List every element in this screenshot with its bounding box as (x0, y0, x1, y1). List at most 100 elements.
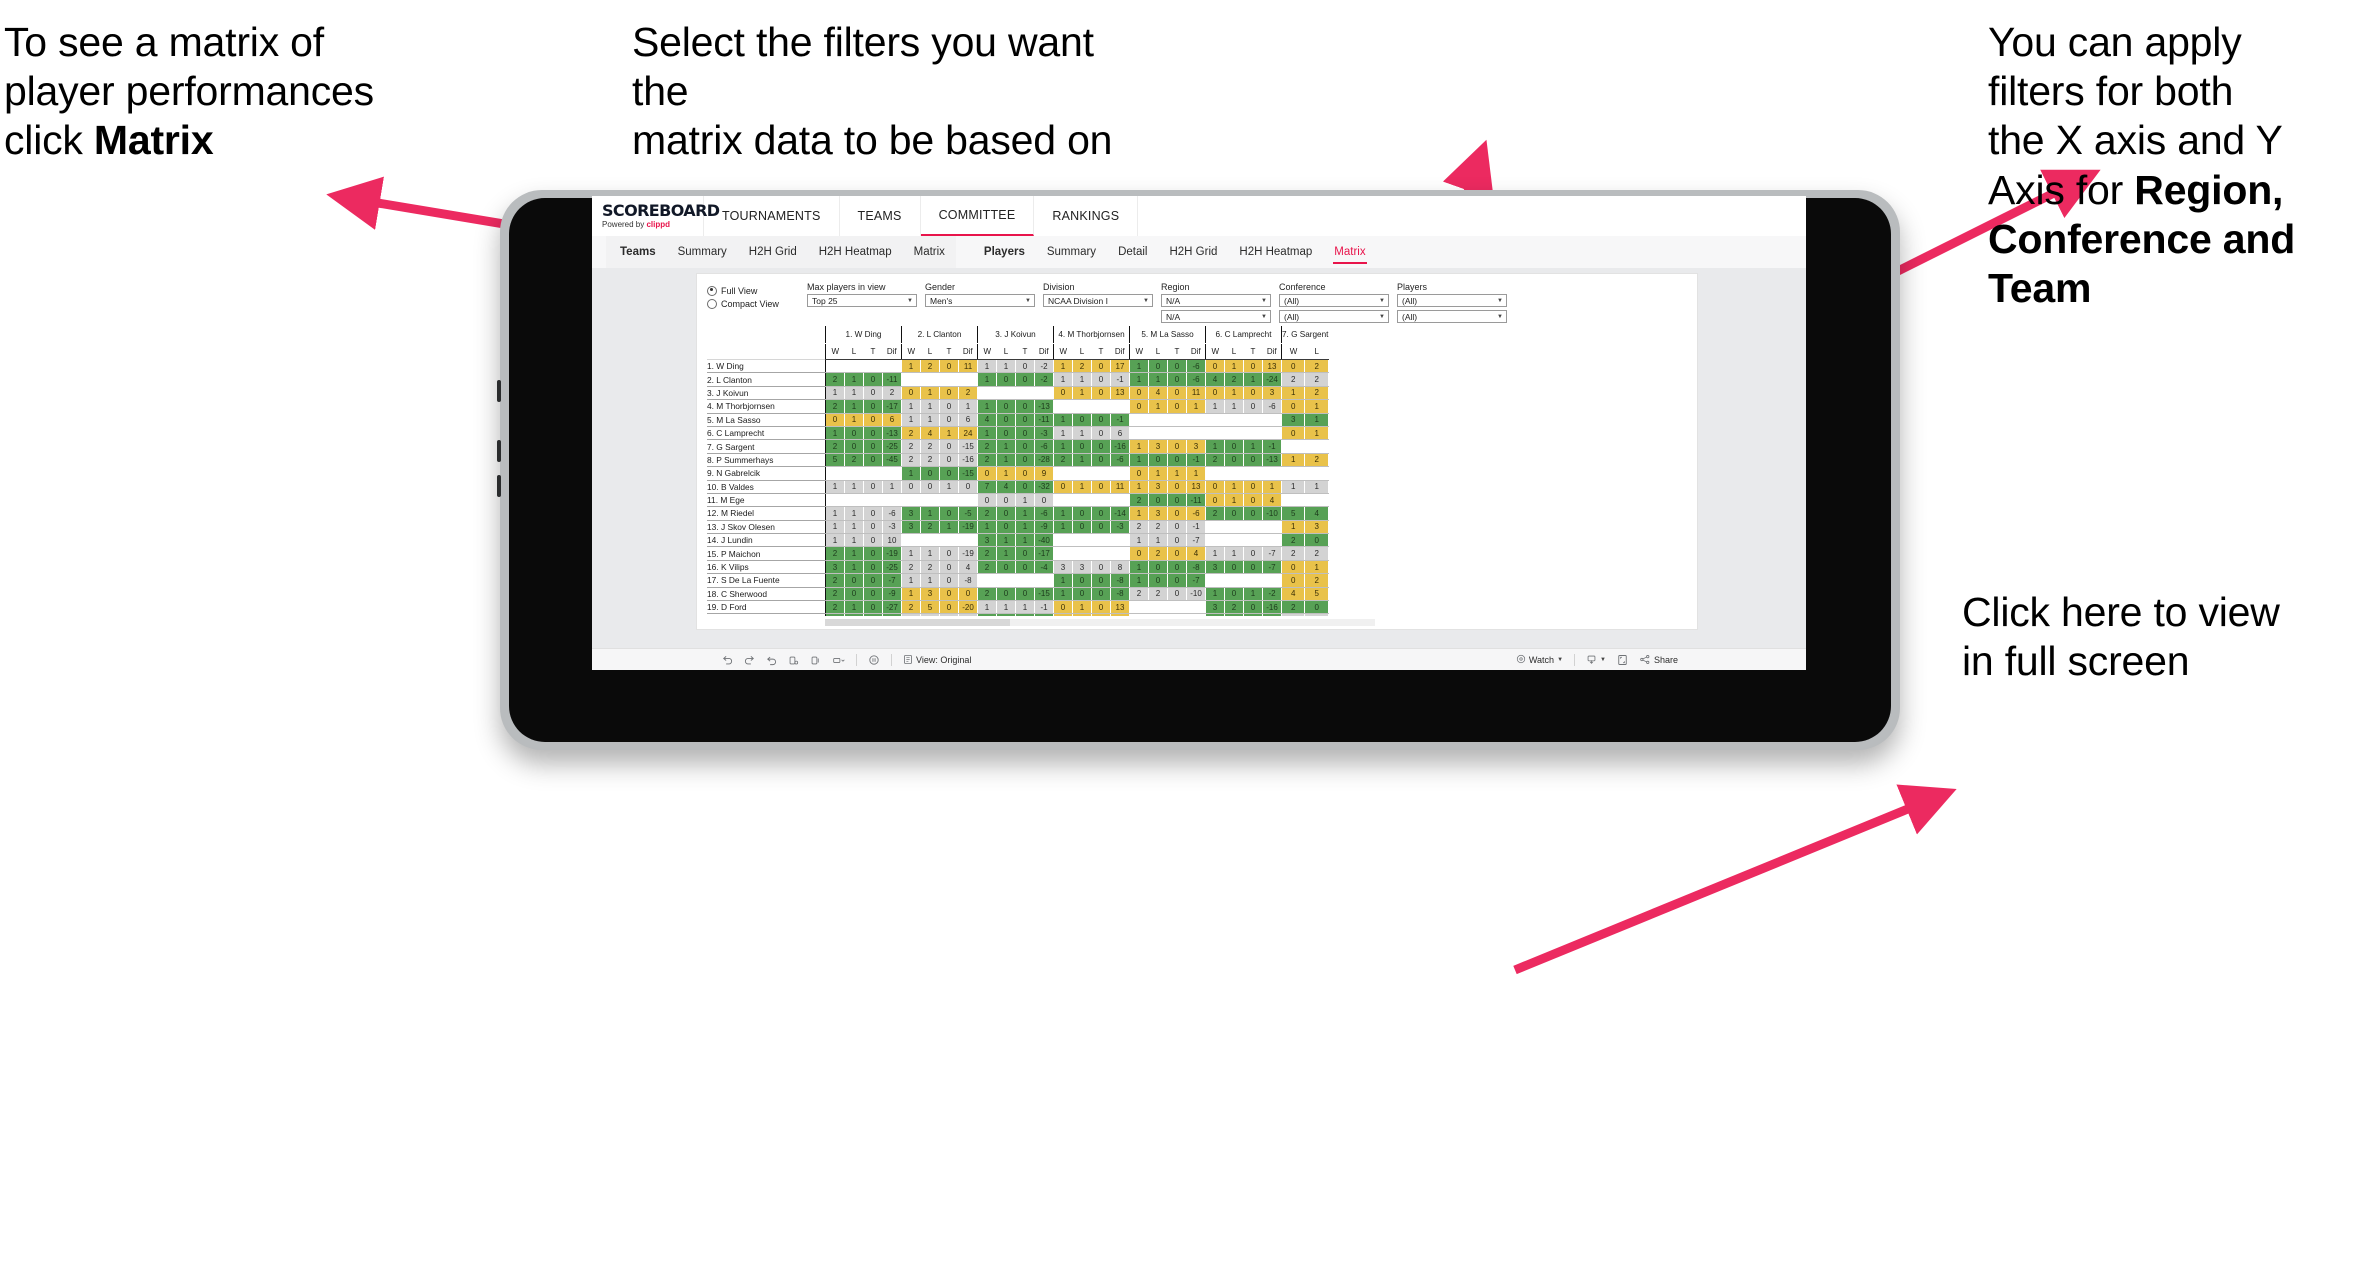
matrix-cell[interactable]: 0 (1280, 573, 1306, 588)
matrix-cell[interactable]: 2 (901, 453, 921, 468)
matrix-cell[interactable]: 0 (1167, 372, 1187, 387)
matrix-cell[interactable]: 1 (920, 506, 940, 521)
matrix-cell[interactable]: 0 (1148, 359, 1168, 374)
matrix-cell[interactable]: 1 (825, 520, 845, 535)
matrix-cell[interactable] (825, 493, 845, 508)
matrix-cell[interactable]: 1 (1243, 439, 1263, 454)
matrix-cell[interactable]: 1 (1280, 453, 1306, 468)
matrix-cell[interactable] (825, 466, 845, 481)
table-row[interactable]: 18. C Sherwood 2 0 0 -9 1 3 0 0 2 0 0 -15 1 0 0 -8 2 2 0 -10… (707, 586, 1329, 602)
table-row[interactable]: 1. W Ding 1 2 0 11 1 1 0 -2 1 2 0 17 1 0 0 -6 0 1 0 13 0 2 (707, 358, 1329, 374)
matrix-cell[interactable]: 0 (1167, 587, 1187, 602)
matrix-cell[interactable]: 1 (996, 533, 1016, 548)
matrix-cell[interactable]: 1 (1205, 587, 1225, 602)
matrix-cell[interactable]: -6 (882, 506, 902, 521)
matrix-cell[interactable]: 3 (1148, 506, 1168, 521)
matrix-cell[interactable]: 2 (1304, 573, 1329, 588)
matrix-cell[interactable] (844, 359, 864, 374)
matrix-cell[interactable]: 1 (1129, 533, 1149, 548)
matrix-cell[interactable]: 1 (901, 359, 921, 374)
matrix-cell[interactable] (1072, 533, 1092, 548)
table-row[interactable]: 6. C Lamprecht 1 0 0 -13 2 4 1 24 1 0 0 -3 1 1 0 6 0 1 (707, 425, 1329, 441)
matrix-cell[interactable]: 0 (844, 587, 864, 602)
matrix-cell[interactable] (863, 466, 883, 481)
matrix-cell[interactable]: 0 (1091, 600, 1111, 615)
radio-compact-view[interactable]: Compact View (707, 297, 785, 310)
matrix-cell[interactable]: 0 (1015, 480, 1035, 494)
matrix-cell[interactable]: 2 (1053, 453, 1073, 468)
pause-auto-update-icon[interactable] (810, 655, 821, 666)
matrix-cell[interactable] (939, 533, 959, 548)
matrix-cell[interactable] (920, 493, 940, 508)
matrix-cell[interactable] (1205, 573, 1225, 588)
matrix-cell[interactable]: 1 (1280, 386, 1306, 401)
matrix-cell[interactable]: 1 (920, 399, 940, 414)
matrix-cell[interactable]: -15 (1034, 587, 1054, 602)
matrix-cell[interactable]: -14 (1110, 506, 1130, 521)
matrix-cell[interactable]: 0 (996, 560, 1016, 575)
matrix-cell[interactable]: -17 (882, 399, 902, 414)
matrix-cell[interactable]: 1 (1224, 386, 1244, 401)
matrix-cell[interactable]: 0 (1224, 587, 1244, 602)
matrix-cell[interactable]: -8 (1186, 560, 1206, 575)
matrix-cell[interactable]: 2 (825, 372, 845, 387)
matrix-cell[interactable]: 0 (1304, 600, 1329, 615)
matrix-cell[interactable]: 8 (1110, 560, 1130, 575)
matrix-cell[interactable] (1148, 426, 1168, 441)
matrix-cell[interactable]: 0 (1224, 453, 1244, 468)
matrix-cell[interactable]: -7 (1186, 573, 1206, 588)
matrix-cell[interactable]: -16 (1262, 600, 1282, 615)
tablet-button-volume-down[interactable] (497, 475, 501, 497)
select-players-x[interactable]: (All) ▼ (1397, 294, 1507, 307)
matrix-cell[interactable] (1280, 493, 1306, 508)
matrix-cell[interactable]: 2 (920, 453, 940, 468)
matrix-cell[interactable] (1129, 613, 1149, 616)
brand-logo[interactable]: SCOREBOARD Powered by clippd (592, 196, 720, 236)
matrix-cell[interactable]: 11 (958, 359, 978, 374)
matrix-cell[interactable] (844, 466, 864, 481)
matrix-cell[interactable]: -11 (1262, 613, 1282, 616)
matrix-cell[interactable] (825, 359, 845, 374)
matrix-cell[interactable]: 0 (1015, 453, 1035, 468)
matrix-cell[interactable]: 0 (958, 480, 978, 494)
matrix-cell[interactable]: -3 (1034, 426, 1054, 441)
matrix-cell[interactable]: 0 (1243, 613, 1263, 616)
matrix-cell[interactable]: 6 (882, 413, 902, 427)
tablet-button-volume-up[interactable] (497, 440, 501, 462)
matrix-cell[interactable] (1072, 399, 1092, 414)
matrix-cell[interactable]: 1 (1224, 480, 1244, 494)
matrix-cell[interactable]: 1 (1304, 480, 1329, 494)
matrix-cell[interactable]: 0 (1053, 480, 1073, 494)
matrix-cell[interactable]: 1 (844, 386, 864, 401)
matrix-cell[interactable]: 2 (1304, 359, 1329, 374)
matrix-cell[interactable]: 0 (863, 399, 883, 414)
matrix-cell[interactable] (1091, 546, 1111, 561)
matrix-cell[interactable] (1091, 533, 1111, 548)
matrix-cell[interactable]: 0 (1072, 413, 1092, 427)
matrix-cell[interactable]: 1 (1280, 480, 1306, 494)
revert-icon[interactable] (766, 655, 777, 666)
matrix-cell[interactable] (996, 573, 1016, 588)
matrix-cell[interactable]: 0 (1091, 520, 1111, 535)
matrix-cell[interactable] (1262, 426, 1282, 441)
matrix-cell[interactable]: -13 (1034, 399, 1054, 414)
matrix-cell[interactable]: 0 (844, 439, 864, 454)
matrix-cell[interactable]: 0 (1053, 386, 1073, 401)
table-row[interactable]: 7. G Sargent 2 0 0 -25 2 2 0 -15 2 1 0 -6 1 0 0 -16 1 3 0 3 1… (707, 439, 1329, 454)
matrix-cell[interactable]: 0 (1091, 426, 1111, 441)
matrix-cell[interactable]: 1 (1053, 587, 1073, 602)
matrix-cell[interactable]: 1 (977, 520, 997, 535)
matrix-cell[interactable]: 0 (1072, 587, 1092, 602)
matrix-cell[interactable] (1167, 426, 1187, 441)
matrix-cell[interactable]: -2 (1034, 359, 1054, 374)
matrix-cell[interactable]: 2 (977, 439, 997, 454)
matrix-cell[interactable]: 1 (1148, 533, 1168, 548)
matrix-cell[interactable]: 1 (1304, 613, 1329, 616)
matrix-cell[interactable]: 0 (901, 480, 921, 494)
select-conference-x[interactable]: (All) ▼ (1279, 294, 1389, 307)
matrix-cell[interactable]: -2 (1034, 372, 1054, 387)
matrix-cell[interactable] (1053, 399, 1073, 414)
matrix-cell[interactable] (1262, 466, 1282, 481)
matrix-cell[interactable]: 2 (977, 560, 997, 575)
matrix-cell[interactable]: 0 (996, 399, 1016, 414)
